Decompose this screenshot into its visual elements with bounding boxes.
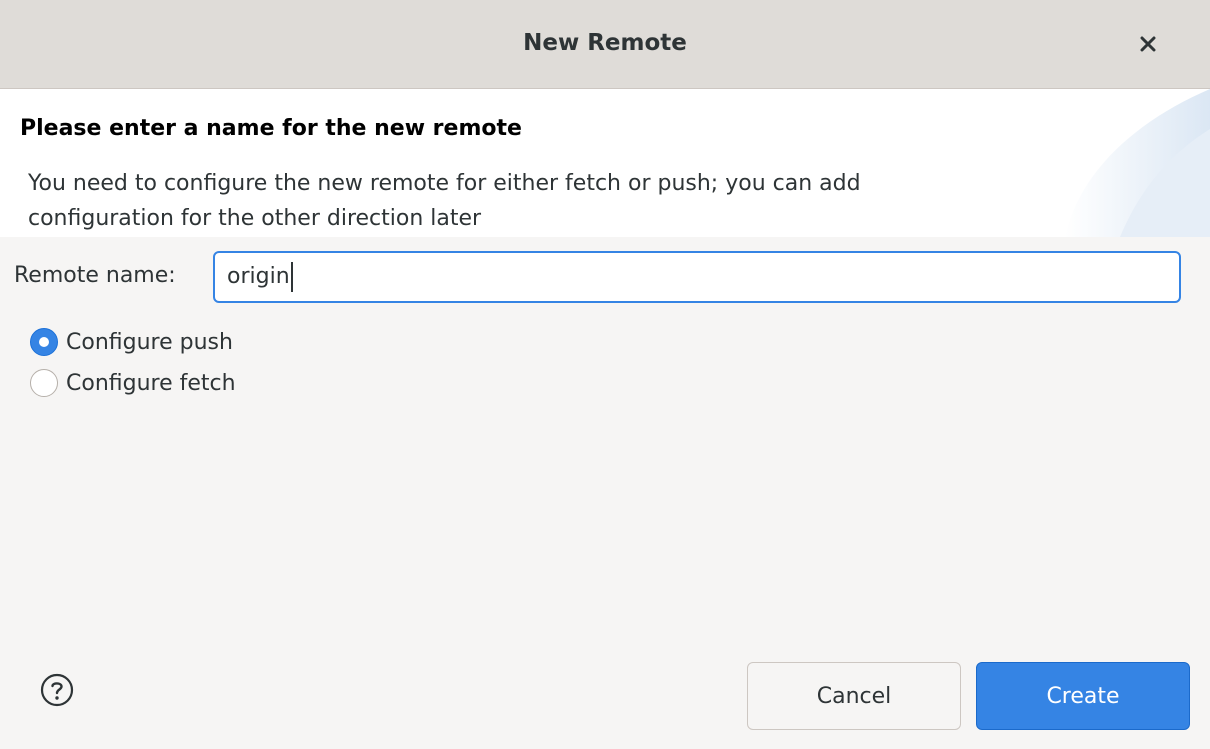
cancel-button[interactable]: Cancel	[747, 662, 961, 730]
form-content: Remote name: origin Configure push Confi…	[0, 237, 1210, 647]
radio-checked-icon[interactable]	[30, 328, 58, 356]
dialog-title: New Remote	[523, 30, 687, 56]
banner-decoration	[1065, 89, 1210, 237]
new-remote-dialog: New Remote Please enter a name for the n…	[0, 0, 1210, 749]
text-caret	[290, 262, 293, 292]
banner-description: You need to configure the new remote for…	[28, 166, 1028, 236]
title-bar: New Remote	[0, 0, 1210, 89]
configure-fetch-option[interactable]: Configure fetch	[30, 369, 236, 397]
banner-description-line: You need to configure the new remote for…	[28, 171, 861, 196]
configure-push-label: Configure push	[66, 329, 233, 355]
remote-name-value: origin	[227, 264, 290, 289]
configure-push-option[interactable]: Configure push	[30, 328, 233, 356]
configure-fetch-label: Configure fetch	[66, 370, 236, 396]
create-button[interactable]: Create	[976, 662, 1190, 730]
dialog-footer: Cancel Create	[0, 647, 1210, 749]
remote-name-input[interactable]: origin	[213, 251, 1181, 303]
banner-description-line: configuration for the other direction la…	[28, 206, 482, 231]
close-button[interactable]	[1132, 28, 1164, 60]
close-icon	[1140, 36, 1156, 52]
remote-name-label: Remote name:	[14, 263, 176, 288]
banner-heading: Please enter a name for the new remote	[20, 116, 522, 141]
wizard-banner: Please enter a name for the new remote Y…	[0, 89, 1210, 237]
radio-unchecked-icon[interactable]	[30, 369, 58, 397]
help-icon[interactable]	[40, 673, 74, 707]
